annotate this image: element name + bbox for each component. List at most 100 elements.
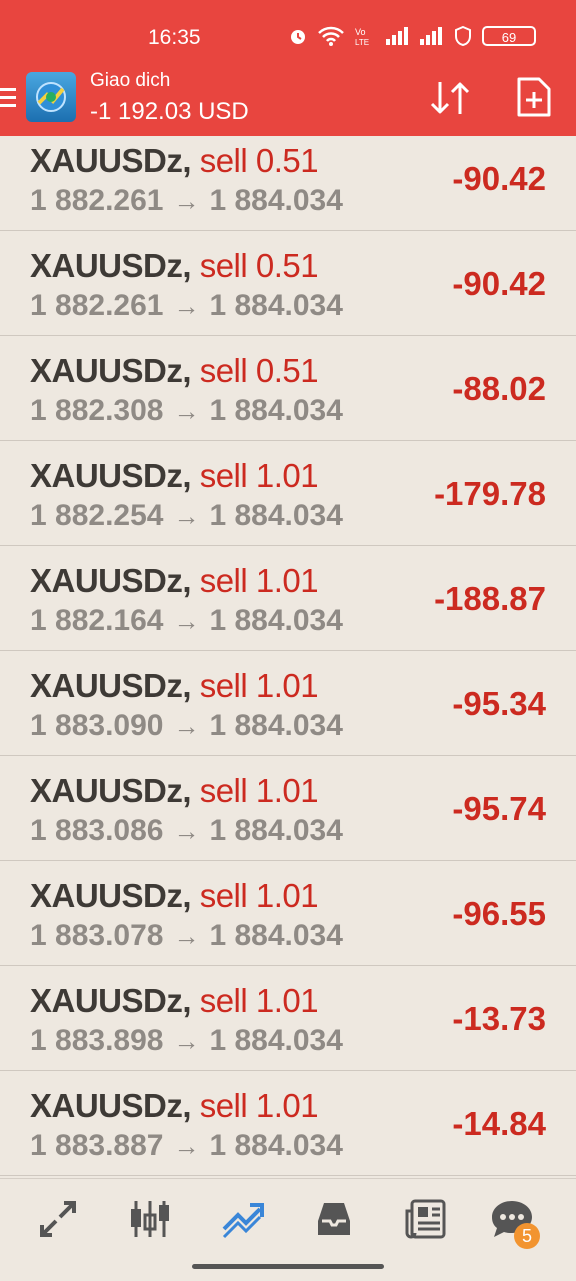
position-row[interactable]: XAUUSDz, sell 0.51 1 882.308 → 1 884.034 -88…: [0, 336, 576, 441]
position-symbol: XAUUSDz, sell 1.01: [30, 877, 319, 915]
position-symbol: XAUUSDz, sell 0.51: [30, 352, 319, 390]
position-prices: 1 883.078 → 1 884.034: [30, 919, 343, 953]
position-row[interactable]: XAUUSDz, sell 1.01 1 883.078 → 1 884.034 -96…: [0, 861, 576, 966]
position-symbol: XAUUSDz, sell 1.01: [30, 562, 319, 600]
page-title: Giao dich: [90, 70, 171, 91]
vpn-icon: [454, 26, 472, 46]
symbol-name: XAUUSDz,: [30, 982, 192, 1019]
position-row[interactable]: XAUUSDz, sell 1.01 1 882.164 → 1 884.034 -18…: [0, 546, 576, 651]
arrow-icon: →: [173, 291, 200, 321]
position-prices: 1 882.308 → 1 884.034: [30, 394, 343, 428]
history-icon[interactable]: [312, 1197, 356, 1241]
arrow-icon: →: [173, 501, 200, 531]
quotes-icon[interactable]: [36, 1197, 80, 1241]
position-profit: -188.87: [434, 580, 546, 617]
open-price: 1 883.887: [30, 1129, 164, 1162]
open-price: 1 883.078: [30, 919, 164, 952]
position-prices: 1 882.164 → 1 884.034: [30, 604, 343, 638]
position-row[interactable]: XAUUSDz, sell 1.01 1 882.254 → 1 884.034 -17…: [0, 441, 576, 546]
position-prices: 1 883.887 → 1 884.034: [30, 1129, 343, 1163]
positions-list: XAUUSDz, sell 0.51 1 882.261 → 1 884.034 -90…: [0, 136, 576, 1176]
current-price: 1 884.034: [209, 499, 343, 532]
current-price: 1 884.034: [209, 1024, 343, 1057]
position-side: sell 1.01: [199, 982, 319, 1019]
position-side: sell 0.51: [199, 247, 319, 284]
open-price: 1 882.261: [30, 184, 164, 217]
news-icon[interactable]: [404, 1197, 448, 1241]
current-price: 1 884.034: [209, 289, 343, 322]
position-row[interactable]: XAUUSDz, sell 0.51 1 882.261 → 1 884.034 -90…: [0, 136, 576, 231]
open-price: 1 882.254: [30, 499, 164, 532]
position-side: sell 1.01: [199, 457, 319, 494]
symbol-name: XAUUSDz,: [30, 352, 192, 389]
arrow-icon: →: [173, 1131, 200, 1161]
position-prices: 1 882.261 → 1 884.034: [30, 289, 343, 323]
new-order-icon[interactable]: [516, 76, 552, 118]
position-profit: -90.42: [452, 160, 546, 197]
position-symbol: XAUUSDz, sell 1.01: [30, 1087, 319, 1125]
balance: -1 192.03 USD: [90, 98, 249, 125]
position-prices: 1 882.261 → 1 884.034: [30, 184, 343, 218]
symbol-name: XAUUSDz,: [30, 142, 192, 179]
position-profit: -179.78: [434, 475, 546, 512]
open-price: 1 882.261: [30, 289, 164, 322]
symbol-name: XAUUSDz,: [30, 457, 192, 494]
app-logo[interactable]: [26, 72, 76, 122]
volte-icon: Vo LTE: [354, 26, 376, 46]
position-row[interactable]: XAUUSDz, sell 1.01 1 883.898 → 1 884.034 -13…: [0, 966, 576, 1071]
svg-text:LTE: LTE: [355, 38, 369, 46]
position-row[interactable]: XAUUSDz, sell 0.51 1 882.261 → 1 884.034 -90…: [0, 231, 576, 336]
position-side: sell 1.01: [199, 667, 319, 704]
position-symbol: XAUUSDz, sell 1.01: [30, 772, 319, 810]
position-row[interactable]: XAUUSDz, sell 1.01 1 883.086 → 1 884.034 -95…: [0, 756, 576, 861]
current-price: 1 884.034: [209, 814, 343, 847]
arrow-icon: →: [173, 186, 200, 216]
position-symbol: XAUUSDz, sell 1.01: [30, 667, 319, 705]
position-prices: 1 883.898 → 1 884.034: [30, 1024, 343, 1058]
arrow-icon: →: [173, 396, 200, 426]
open-price: 1 883.898: [30, 1024, 164, 1057]
home-indicator[interactable]: [192, 1264, 384, 1269]
current-price: 1 884.034: [209, 184, 343, 217]
chart-icon[interactable]: [128, 1197, 172, 1241]
arrow-icon: →: [173, 1026, 200, 1056]
open-price: 1 882.308: [30, 394, 164, 427]
signal-icon: [420, 27, 444, 45]
position-side: sell 1.01: [199, 1087, 319, 1124]
position-symbol: XAUUSDz, sell 1.01: [30, 457, 319, 495]
position-row[interactable]: XAUUSDz, sell 1.01 1 883.090 → 1 884.034 -95…: [0, 651, 576, 756]
position-side: sell 0.51: [199, 352, 319, 389]
position-side: sell 0.51: [199, 142, 319, 179]
position-profit: -95.74: [452, 790, 546, 827]
position-symbol: XAUUSDz, sell 1.01: [30, 982, 319, 1020]
symbol-name: XAUUSDz,: [30, 667, 192, 704]
symbol-name: XAUUSDz,: [30, 877, 192, 914]
current-price: 1 884.034: [209, 709, 343, 742]
current-price: 1 884.034: [209, 394, 343, 427]
open-price: 1 883.086: [30, 814, 164, 847]
arrow-icon: →: [173, 816, 200, 846]
trade-icon[interactable]: [220, 1197, 264, 1241]
position-side: sell 1.01: [199, 562, 319, 599]
position-prices: 1 883.090 → 1 884.034: [30, 709, 343, 743]
symbol-name: XAUUSDz,: [30, 772, 192, 809]
sort-icon[interactable]: [428, 78, 474, 118]
position-prices: 1 882.254 → 1 884.034: [30, 499, 343, 533]
alarm-icon: [288, 26, 308, 46]
messages-badge: 5: [514, 1223, 540, 1249]
current-price: 1 884.034: [209, 1129, 343, 1162]
messages-icon[interactable]: 5: [490, 1197, 540, 1249]
position-profit: -95.34: [452, 685, 546, 722]
position-prices: 1 883.086 → 1 884.034: [30, 814, 343, 848]
position-profit: -88.02: [452, 370, 546, 407]
position-row[interactable]: XAUUSDz, sell 1.01 1 883.887 → 1 884.034 -14…: [0, 1071, 576, 1176]
position-symbol: XAUUSDz, sell 0.51: [30, 142, 319, 180]
status-bar: 16:35 Vo LTE 69: [0, 0, 576, 62]
symbol-name: XAUUSDz,: [30, 247, 192, 284]
position-profit: -90.42: [452, 265, 546, 302]
symbol-name: XAUUSDz,: [30, 562, 192, 599]
position-profit: -96.55: [452, 895, 546, 932]
open-price: 1 882.164: [30, 604, 164, 637]
svg-text:Vo: Vo: [355, 27, 366, 37]
menu-icon[interactable]: [0, 88, 16, 112]
